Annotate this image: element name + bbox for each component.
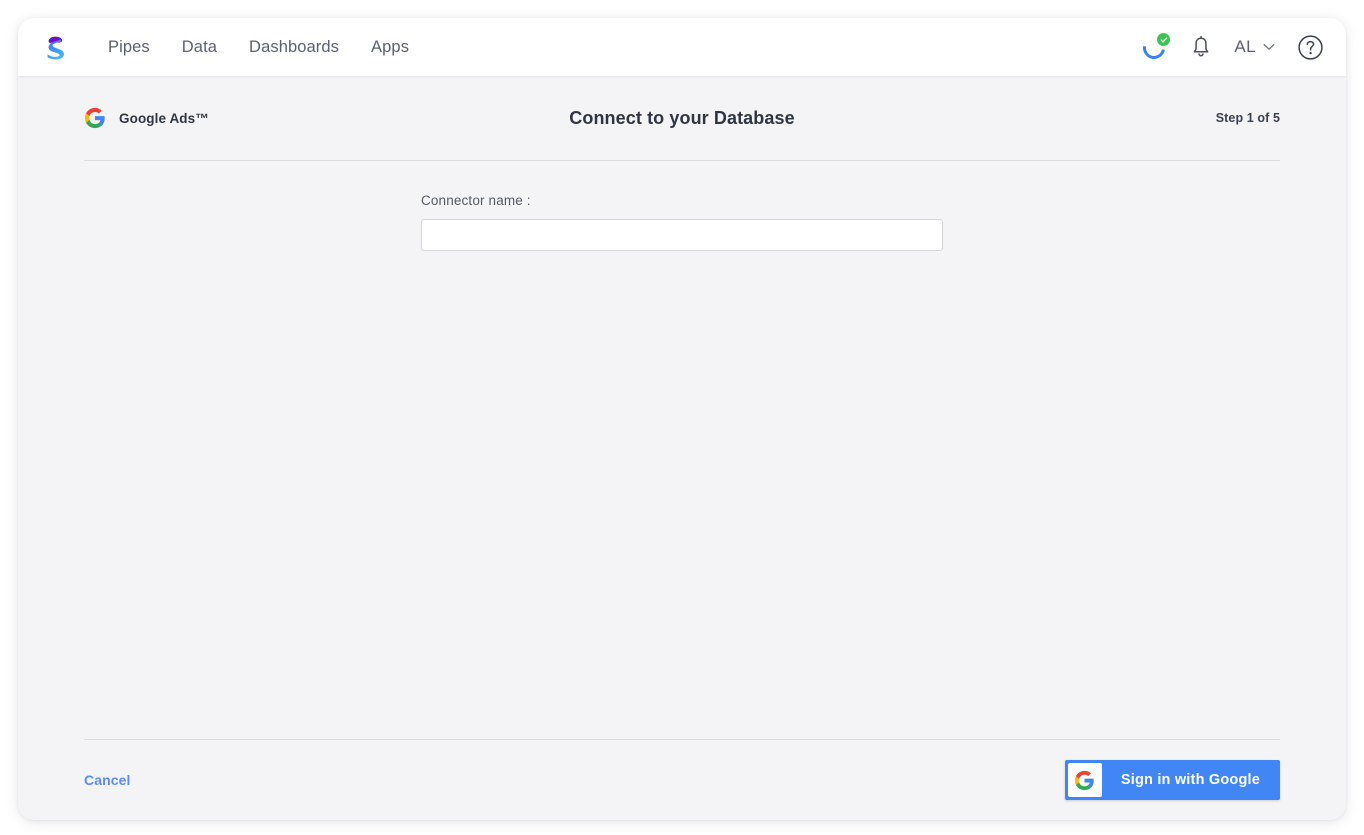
connector-name-label: Connector name : xyxy=(421,193,531,208)
user-menu[interactable]: AL xyxy=(1234,37,1275,57)
user-initials: AL xyxy=(1234,37,1256,56)
google-g-icon xyxy=(1075,770,1095,790)
nav-link-apps[interactable]: Apps xyxy=(371,38,409,57)
connector-source: Google Ads™ xyxy=(84,107,209,129)
wizard-footer: Cancel Sign in with Google xyxy=(84,740,1280,820)
cancel-button[interactable]: Cancel xyxy=(84,772,131,788)
nav-links: Pipes Data Dashboards Apps xyxy=(108,38,409,57)
wizard-content: Google Ads™ Connect to your Database Ste… xyxy=(18,76,1346,820)
connector-name-field-group: Connector name : xyxy=(421,193,943,251)
nav-link-dashboards[interactable]: Dashboards xyxy=(249,38,339,57)
bell-icon[interactable] xyxy=(1190,35,1212,59)
google-g-icon-box xyxy=(1067,763,1102,797)
app-logo[interactable] xyxy=(38,30,72,64)
wizard-form-body: Connector name : xyxy=(84,161,1280,739)
nav-right-actions: AL xyxy=(1139,32,1324,64)
page-title: Connect to your Database xyxy=(569,107,795,128)
chevron-down-icon xyxy=(1263,43,1275,50)
sprinklr-s-logo-icon xyxy=(47,36,64,60)
sync-status-button[interactable] xyxy=(1139,32,1171,64)
connector-name-input[interactable] xyxy=(421,219,943,251)
nav-link-data[interactable]: Data xyxy=(182,38,217,57)
top-navigation-bar: Pipes Data Dashboards Apps AL xyxy=(18,18,1346,76)
connector-source-name: Google Ads™ xyxy=(119,110,209,126)
sign-in-with-google-button[interactable]: Sign in with Google xyxy=(1064,760,1280,800)
check-badge-icon xyxy=(1157,33,1171,46)
nav-link-pipes[interactable]: Pipes xyxy=(108,38,150,57)
question-circle-icon[interactable] xyxy=(1297,34,1324,61)
check-icon xyxy=(1160,36,1168,43)
wizard-header: Google Ads™ Connect to your Database Ste… xyxy=(84,76,1280,160)
sign-in-button-label: Sign in with Google xyxy=(1120,772,1260,788)
app-window: Pipes Data Dashboards Apps AL Google Ads… xyxy=(18,18,1346,820)
step-indicator: Step 1 of 5 xyxy=(1215,111,1280,125)
google-g-icon xyxy=(84,107,105,129)
